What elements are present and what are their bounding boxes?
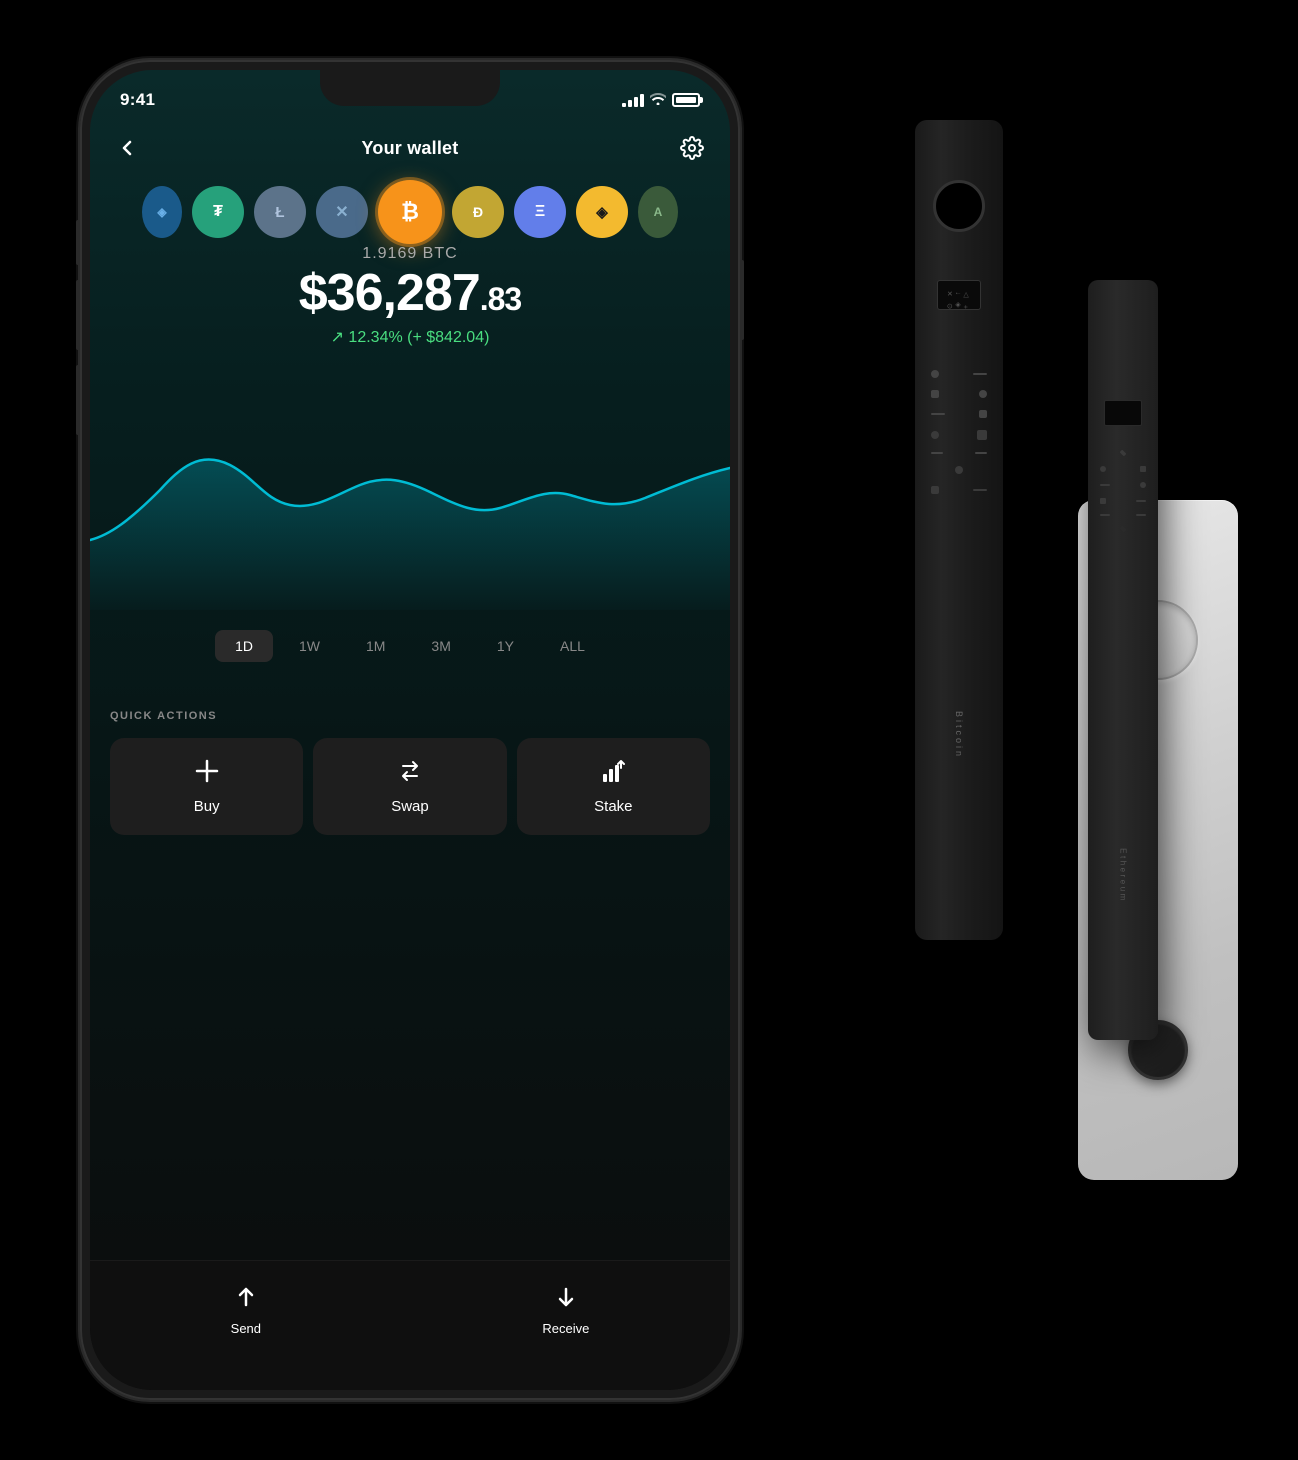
coin-litecoin[interactable]: Ł [254,186,306,238]
stake-icon [600,758,626,790]
phone-notch [320,70,500,106]
receive-label: Receive [542,1321,589,1336]
header-title: Your wallet [362,138,459,159]
swap-icon [397,758,423,790]
stake-label: Stake [594,798,632,815]
ledger-controls-2 [1100,450,1146,532]
phone-screen: 9:41 [90,70,730,1390]
btc-amount: 1.9169 BTC [90,245,730,263]
ledger-controls-1 [931,370,987,494]
coin-ripple[interactable]: ✕ [316,186,368,238]
ledger-display-1: ⊙ ✕ ◈ ↑ + ▽ [937,280,981,310]
usd-main: $36,287 [299,264,480,322]
volume-down-button [76,365,80,435]
chart-container [90,380,730,610]
usd-cents: .83 [480,281,521,317]
balance-section: 1.9169 BTC $36,287.83 ↗ 12.34% (+ $842.0… [90,245,730,347]
ledger-coin-label-2: Ethereum [1119,848,1128,903]
receive-icon [554,1285,578,1315]
battery-icon [672,93,700,107]
time-filter-1w[interactable]: 1W [279,630,340,662]
swap-label: Swap [391,798,429,815]
scene: 9:41 [0,0,1298,1460]
ledger-coin-label-1: Bitcoin [954,711,964,759]
ledger-screen-1 [933,180,985,232]
time-filters: 1D 1W 1M 3M 1Y ALL [90,630,730,662]
time-filter-1y[interactable]: 1Y [477,630,534,662]
usd-amount: $36,287.83 [90,267,730,319]
coin-tether[interactable]: ₮ [192,186,244,238]
send-nav-item[interactable]: Send [231,1285,261,1336]
coin-partial-right[interactable]: A [638,186,678,238]
ledger-device-1: ⊙ ✕ ◈ ↑ + ▽ [915,120,1003,940]
send-label: Send [231,1321,261,1336]
volume-up-button [76,280,80,350]
coin-ethereum[interactable]: Ξ [514,186,566,238]
coin-binance[interactable]: ◈ [576,186,628,238]
coin-partial-left[interactable]: ◈ [142,186,182,238]
buy-label: Buy [194,798,220,815]
buy-icon [194,758,220,790]
quick-actions-label: QUICK ACTIONS [110,710,710,722]
swap-button[interactable]: Swap [313,738,506,835]
action-buttons: Buy Swap [110,738,710,835]
wifi-icon [650,92,666,108]
phone-shell: 9:41 [80,60,740,1400]
status-icons [622,92,700,108]
power-button [740,260,744,340]
time-filter-all[interactable]: ALL [540,630,605,662]
quick-actions-section: QUICK ACTIONS Buy [110,710,710,835]
stake-button[interactable]: Stake [517,738,710,835]
crypto-row: ◈ ₮ Ł ✕ ₿ Ð [90,180,730,244]
receive-nav-item[interactable]: Receive [542,1285,589,1336]
signal-icon [622,93,644,107]
coin-bitcoin[interactable]: ₿ [378,180,442,244]
back-button[interactable] [110,130,146,166]
bottom-nav: Send Receive [90,1260,730,1390]
buy-button[interactable]: Buy [110,738,303,835]
ledger-display-2 [1104,400,1142,426]
settings-button[interactable] [674,130,710,166]
ledger-device-2: Ethereum [1088,280,1158,1040]
coin-dogecoin[interactable]: Ð [452,186,504,238]
price-chart [90,380,730,610]
app-header: Your wallet [110,130,710,166]
time-filter-1d[interactable]: 1D [215,630,273,662]
silent-switch [76,220,80,265]
time-filter-3m[interactable]: 3M [411,630,470,662]
send-icon [234,1285,258,1315]
time-filter-1m[interactable]: 1M [346,630,405,662]
percent-change: ↗ 12.34% (+ $842.04) [90,327,730,347]
status-time: 9:41 [120,90,155,110]
